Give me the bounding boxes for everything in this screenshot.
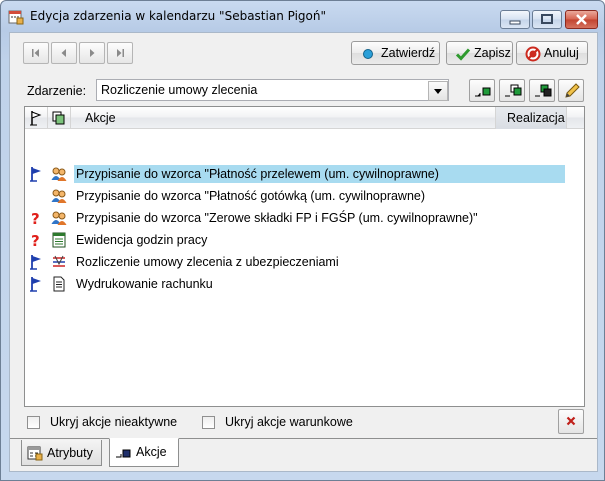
approve-label: Zatwierdź	[381, 46, 436, 60]
table-row[interactable]: Przypisanie do wzorca "Płatność przelewe…	[25, 163, 584, 185]
column-header-realization[interactable]: Realizacja	[496, 107, 567, 129]
save-button[interactable]: Zapisz	[446, 41, 513, 65]
checkmark-icon	[455, 48, 471, 61]
window-title: Edycja zdarzenia w kalendarzu "Sebastian…	[30, 9, 327, 23]
tab-attributes[interactable]: Atrybuty	[21, 440, 102, 466]
copy-header-icon	[52, 111, 65, 125]
table-row[interactable]: ? Ewidencja godzin pracy	[25, 229, 584, 251]
hide-inactive-label: Ukryj akcje nieaktywne	[50, 415, 178, 429]
grid-header: Akcje Realizacja	[25, 107, 584, 129]
flag-header-icon	[30, 111, 42, 126]
last-icon	[117, 49, 124, 57]
first-record-button[interactable]	[23, 42, 49, 64]
close-icon	[576, 14, 587, 25]
column-header-actions-label: Akcje	[85, 111, 116, 125]
people-icon	[51, 189, 67, 203]
edit-action-button[interactable]	[558, 79, 584, 102]
hide-inactive-checkbox[interactable]	[27, 416, 40, 429]
insert-action-icon	[535, 84, 552, 97]
event-combobox[interactable]: Rozliczenie umowy zlecenia	[96, 79, 449, 101]
previous-icon	[61, 49, 66, 57]
cancel-label: Anuluj	[544, 46, 579, 60]
row-label: Przypisanie do wzorca "Zerowe składki FP…	[76, 211, 478, 225]
tab-attributes-label: Atrybuty	[47, 446, 93, 460]
event-label: Zdarzenie:	[27, 84, 87, 98]
table-row[interactable]: Rozliczenie umowy zlecenia z ubezpieczen…	[25, 251, 584, 273]
table-row[interactable]: ? Przypisanie do wzorca "Zerowe składki …	[25, 207, 584, 229]
minimize-icon	[509, 20, 521, 25]
title-bar[interactable]: Edycja zdarzenia w kalendarzu "Sebastian…	[1, 1, 604, 31]
delete-button[interactable]	[558, 409, 584, 434]
svg-text:?: ?	[31, 232, 40, 248]
copy-action-button[interactable]	[499, 79, 525, 102]
svg-text:?: ?	[31, 210, 40, 226]
hide-conditional-checkbox[interactable]	[202, 416, 215, 429]
table-row[interactable]: Wydrukowanie rachunku	[25, 273, 584, 295]
people-icon	[51, 167, 67, 181]
insert-action-button[interactable]	[529, 79, 555, 102]
timesheet-icon	[52, 232, 66, 248]
blue-flag-icon	[30, 277, 41, 292]
people-icon	[51, 211, 67, 225]
save-label: Zapisz	[474, 46, 511, 60]
tab-strip-line	[10, 438, 597, 439]
pencil-icon	[565, 83, 580, 98]
close-icon	[566, 416, 576, 426]
cancel-button[interactable]: Anuluj	[516, 41, 588, 65]
tab-actions-label: Akcje	[136, 445, 167, 459]
flag-column-header[interactable]	[25, 107, 48, 129]
approve-circle-icon	[363, 49, 373, 59]
tab-actions[interactable]: Akcje	[109, 438, 179, 467]
add-action-button[interactable]	[469, 79, 495, 102]
table-row[interactable]: Przypisanie do wzorca "Płatność gotówką …	[25, 185, 584, 207]
hide-conditional-label: Ukryj akcje warunkowe	[225, 415, 353, 429]
attributes-icon	[27, 446, 43, 461]
previous-record-button[interactable]	[51, 42, 77, 64]
blue-flag-icon	[30, 167, 41, 182]
type-column-header[interactable]	[48, 107, 71, 129]
chevron-down-icon	[434, 89, 442, 94]
row-label: Ewidencja godzin pracy	[76, 233, 208, 247]
approve-button[interactable]: Zatwierdź	[351, 41, 440, 65]
next-icon	[90, 49, 95, 57]
event-value: Rozliczenie umowy zlecenia	[101, 83, 258, 97]
maximize-icon	[541, 14, 553, 24]
first-icon	[32, 49, 39, 57]
last-record-button[interactable]	[107, 42, 133, 64]
settlement-icon	[53, 255, 65, 267]
calendar-edit-icon	[8, 10, 24, 25]
row-label: Rozliczenie umowy zlecenia z ubezpieczen…	[76, 255, 339, 269]
next-record-button[interactable]	[79, 42, 105, 64]
copy-action-icon	[505, 84, 522, 97]
minimize-button[interactable]	[500, 10, 530, 29]
dialog-window: Edycja zdarzenia w kalendarzu "Sebastian…	[0, 0, 605, 481]
row-label: Wydrukowanie rachunku	[76, 277, 213, 291]
row-label: Przypisanie do wzorca "Płatność gotówką …	[76, 189, 426, 203]
event-dropdown-button[interactable]	[428, 81, 448, 101]
document-icon	[53, 276, 65, 292]
actions-tab-icon	[116, 449, 131, 458]
add-action-icon	[475, 87, 491, 97]
cancel-icon	[525, 46, 541, 62]
column-header-actions[interactable]: Akcje	[71, 107, 496, 129]
column-header-realization-label: Realizacja	[507, 111, 565, 125]
close-button[interactable]	[565, 10, 598, 29]
red-question-icon: ?	[31, 210, 40, 226]
row-label: Przypisanie do wzorca "Płatność przelewe…	[74, 165, 565, 183]
red-question-icon: ?	[31, 232, 40, 248]
maximize-button[interactable]	[532, 10, 562, 29]
blue-flag-icon	[30, 255, 41, 270]
dialog-body: Zatwierdź Zapisz Anuluj Zdarzenie: Rozli…	[9, 32, 598, 472]
actions-grid[interactable]: Akcje Realizacja Przypisanie do wzorca "…	[24, 106, 585, 407]
